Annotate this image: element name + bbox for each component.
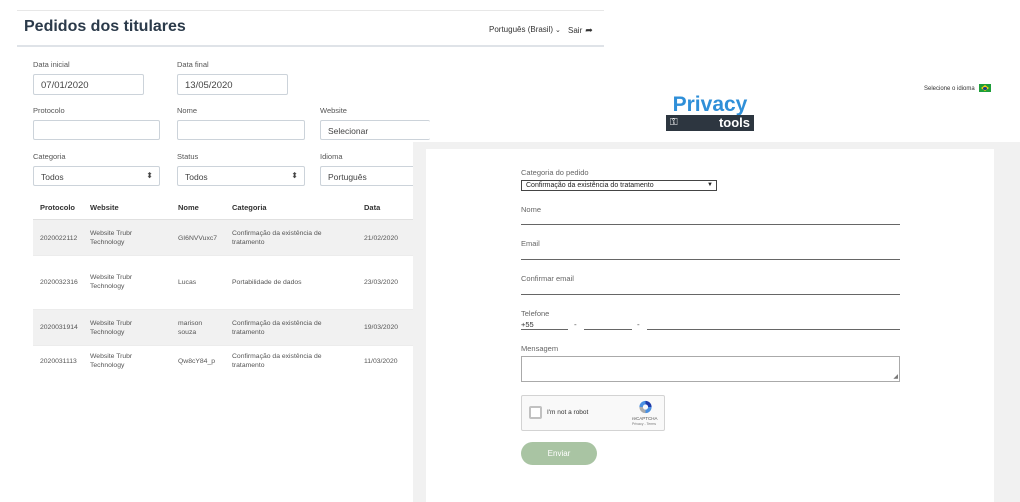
- name-label: Nome: [177, 106, 198, 115]
- cell-date: 19/03/2020: [364, 324, 399, 331]
- select-language-label[interactable]: Selecione o idioma: [924, 86, 975, 92]
- form-email-input[interactable]: [521, 259, 900, 260]
- protocol-label: Protocolo: [33, 106, 65, 115]
- privacy-tools-logo: Privacy ⚿ tools: [664, 94, 756, 132]
- category-label: Categoria: [33, 152, 66, 161]
- category-request-value: Confirmação da existência do tratamento: [526, 182, 654, 189]
- admin-header: Pedidos dos titulares Português (Brasil)…: [17, 10, 604, 47]
- form-phone-label: Telefone: [521, 309, 550, 318]
- cell-website: Website Trubr Technology: [90, 230, 133, 246]
- cell-website: Website Trubr Technology: [90, 320, 133, 336]
- form-message-label: Mensagem: [521, 344, 559, 353]
- category-request-select[interactable]: Confirmação da existência do tratamento ▼: [521, 180, 717, 191]
- cell-website: Website Trubr Technology: [90, 274, 133, 290]
- cell-protocol: 2020031914: [40, 324, 78, 331]
- cell-date: 21/02/2020: [364, 235, 399, 242]
- cell-name: GI6NVVuxc7: [178, 235, 218, 242]
- chevron-down-icon: ⌄: [555, 27, 561, 34]
- cell-category: Portabilidade de dados: [232, 279, 302, 286]
- cell-category: Confirmação da existência de tratamento: [232, 320, 322, 336]
- phone-separator: -: [574, 320, 577, 329]
- cell-category: Confirmação da existência de tratamento: [232, 230, 322, 246]
- category-select-value: Todos: [41, 172, 64, 182]
- cell-name: Qw8cY84_p: [178, 358, 216, 365]
- status-select-value: Todos: [185, 172, 208, 182]
- language-selector-label: Português (Brasil): [489, 25, 554, 34]
- phone-number-input[interactable]: [647, 329, 900, 330]
- status-select[interactable]: Todos ⬍: [177, 166, 305, 186]
- brazil-flag-icon[interactable]: [979, 84, 991, 92]
- language-selector[interactable]: Português (Brasil) ⌄: [489, 25, 561, 34]
- start-date-input[interactable]: 07/01/2020: [33, 74, 144, 95]
- form-name-input[interactable]: [521, 224, 900, 225]
- page-title: Pedidos dos titulares: [24, 18, 186, 35]
- form-confirm-email-input[interactable]: [521, 294, 900, 295]
- recaptcha-checkbox[interactable]: [529, 406, 542, 419]
- cell-protocol: 2020031113: [40, 358, 77, 365]
- status-label: Status: [177, 152, 199, 161]
- recaptcha-brand: reCAPTCHA: [632, 416, 658, 421]
- language-filter-label: Idioma: [320, 152, 343, 161]
- cell-name: marison souza: [178, 320, 203, 336]
- column-header-website[interactable]: Website: [90, 203, 119, 212]
- phone-area-input[interactable]: [584, 329, 632, 330]
- phone-code-input[interactable]: [521, 329, 568, 330]
- cell-protocol: 2020022112: [40, 235, 78, 242]
- phone-separator: -: [637, 320, 640, 329]
- recaptcha-terms-link[interactable]: Privacy - Terms: [632, 422, 656, 426]
- select-arrows-icon: ⬍: [146, 171, 153, 180]
- logout-link[interactable]: Sair ➦: [568, 25, 593, 36]
- column-header-date[interactable]: Data: [364, 203, 380, 212]
- logout-label: Sair: [568, 26, 583, 35]
- name-input[interactable]: [177, 120, 305, 140]
- cell-website: Website Trubr Technology: [90, 353, 133, 369]
- logout-icon: ➦: [585, 25, 593, 35]
- category-select[interactable]: Todos ⬍: [33, 166, 160, 186]
- resize-grip-icon[interactable]: ◢: [893, 373, 898, 380]
- logo-bar: ⚿ tools: [666, 115, 754, 131]
- dropdown-arrow-icon: ▼: [707, 182, 713, 188]
- end-date-label: Data final: [177, 60, 209, 69]
- recaptcha-logo-icon: [639, 400, 652, 414]
- recaptcha-widget: I'm not a robot reCAPTCHA Privacy - Term…: [521, 395, 665, 431]
- request-form-panel: [413, 142, 1020, 502]
- cell-date: 23/03/2020: [364, 279, 399, 286]
- cell-name: Lucas: [178, 279, 197, 286]
- form-message-textarea[interactable]: ◢: [521, 356, 900, 382]
- cell-protocol: 2020032316: [40, 279, 78, 286]
- column-header-protocol[interactable]: Protocolo: [40, 203, 75, 212]
- website-label: Website: [320, 106, 347, 115]
- form-name-label: Nome: [521, 205, 542, 214]
- column-header-category[interactable]: Categoria: [232, 203, 267, 212]
- select-arrows-icon: ⬍: [291, 171, 298, 180]
- category-request-label: Categoria do pedido: [521, 168, 589, 177]
- protocol-input[interactable]: [33, 120, 160, 140]
- request-form-card: [426, 149, 994, 502]
- end-date-input[interactable]: 13/05/2020: [177, 74, 288, 95]
- logo-word-bottom: tools: [718, 115, 750, 130]
- website-select[interactable]: Selecionar: [320, 120, 430, 140]
- key-icon: ⚿: [670, 117, 678, 128]
- start-date-label: Data inicial: [33, 60, 70, 69]
- phone-country-code[interactable]: +55: [521, 320, 534, 329]
- logo-word-top: Privacy: [672, 93, 748, 116]
- form-confirm-email-label: Confirmar email: [521, 274, 574, 283]
- submit-button[interactable]: Enviar: [521, 442, 597, 465]
- form-email-label: Email: [521, 239, 540, 248]
- column-header-name[interactable]: Nome: [178, 203, 199, 212]
- recaptcha-label: I'm not a robot: [547, 409, 589, 416]
- cell-date: 11/03/2020: [364, 358, 398, 365]
- cell-category: Confirmação da existência de tratamento: [232, 353, 322, 369]
